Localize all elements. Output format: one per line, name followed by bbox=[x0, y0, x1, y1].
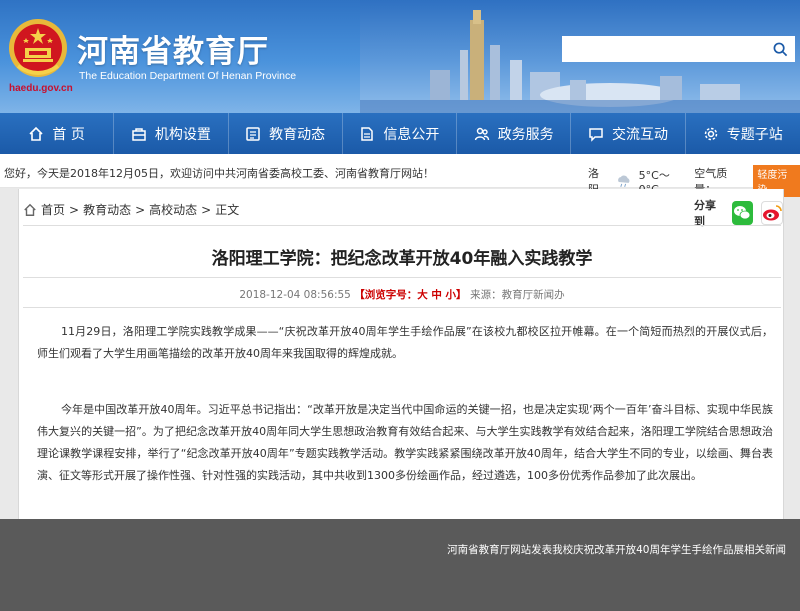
article-paragraph: 今年是中国改革开放40周年。习近平总书记指出：“改革开放是决定当代中国命运的关键… bbox=[37, 403, 773, 482]
article-paragraph: 11月29日，洛阳理工学院实践教学成果——“庆祝改革开放40周年学生手绘作品展”… bbox=[37, 325, 773, 360]
weibo-share-button[interactable] bbox=[761, 201, 783, 225]
nav-item-subsites[interactable]: 专题子站 bbox=[686, 113, 800, 154]
font-size-small[interactable]: 小 bbox=[446, 289, 457, 301]
nav-item-label: 首 页 bbox=[52, 126, 85, 143]
breadcrumb-separator: > bbox=[69, 202, 80, 217]
search-icon bbox=[773, 42, 787, 56]
info-bar: 您好，今天是2018年12月05日，欢迎访问中共河南省委高校工委、河南省教育厅网… bbox=[0, 154, 800, 197]
article-title: 洛阳理工学院：把纪念改革开放40年融入实践教学 bbox=[211, 249, 593, 269]
breadcrumb-home[interactable]: 首页 bbox=[41, 201, 65, 218]
cloud-rain-icon bbox=[618, 175, 630, 187]
nav-item-news[interactable]: 教育动态 bbox=[229, 113, 343, 154]
article-source: 来源：教育厅新闻办 bbox=[470, 289, 565, 301]
wechat-share-button[interactable] bbox=[731, 201, 753, 225]
nav-item-disclosure[interactable]: 信息公开 bbox=[343, 113, 458, 154]
site-url[interactable]: haedu.gov.cn bbox=[9, 83, 73, 94]
wechat-icon bbox=[734, 206, 751, 220]
nav-item-home[interactable]: 首 页 bbox=[0, 113, 115, 154]
national-emblem-icon bbox=[9, 19, 67, 77]
welcome-message: 您好，今天是2018年12月05日，欢迎访问中共河南省委高校工委、河南省教育厅网… bbox=[4, 167, 434, 180]
people-icon bbox=[474, 127, 489, 140]
document-icon bbox=[361, 126, 374, 141]
divider bbox=[23, 225, 781, 226]
divider bbox=[23, 307, 781, 308]
chat-icon bbox=[589, 127, 603, 142]
breadcrumb-separator: > bbox=[135, 202, 146, 217]
site-header: haedu.gov.cn 河南省教育厅 The Education Depart… bbox=[0, 0, 800, 113]
gear-icon bbox=[704, 127, 717, 140]
nav-item-label: 专题子站 bbox=[726, 126, 783, 143]
article-date: 2018-12-04 08:56:55 bbox=[239, 289, 351, 301]
home-icon bbox=[24, 203, 36, 216]
news-icon bbox=[246, 126, 260, 141]
nav-item-interaction[interactable]: 交流互动 bbox=[571, 113, 686, 154]
search-button[interactable] bbox=[765, 36, 795, 62]
nav-item-organization[interactable]: 机构设置 bbox=[114, 113, 229, 154]
divider bbox=[23, 277, 781, 278]
font-size-end: 】 bbox=[456, 289, 467, 301]
weibo-icon bbox=[763, 205, 782, 221]
organization-icon bbox=[132, 127, 146, 141]
font-size-medium[interactable]: 中 bbox=[431, 289, 442, 301]
breadcrumb-separator: > bbox=[201, 202, 212, 217]
article-meta: 2018-12-04 08:56:55 【浏览字号：大 中 小】 来源：教育厅新… bbox=[19, 287, 783, 302]
caption-text: 河南省教育厅网站发表我校庆祝改革开放40周年学生手绘作品展相关新闻 bbox=[447, 544, 786, 556]
nav-item-services[interactable]: 政务服务 bbox=[457, 113, 572, 154]
site-subtitle: The Education Department Of Henan Provin… bbox=[79, 70, 297, 82]
nav-item-label: 机构设置 bbox=[154, 126, 211, 143]
nav-item-label: 交流互动 bbox=[611, 126, 668, 143]
font-size-label: 【浏览字号： bbox=[354, 289, 418, 301]
site-title[interactable]: 河南省教育厅 bbox=[77, 26, 269, 71]
article-panel: 首页 > 教育动态 > 高校动态 > 正文 分享到 洛阳理工学院：把纪念改革开放… bbox=[18, 189, 784, 519]
home-icon bbox=[29, 126, 43, 141]
breadcrumb: 首页 > 教育动态 > 高校动态 > 正文 bbox=[23, 201, 239, 218]
nav-item-label: 教育动态 bbox=[269, 126, 326, 143]
breadcrumb-current: 正文 bbox=[215, 203, 240, 217]
font-size-control: 【浏览字号：大 中 小】 bbox=[354, 289, 470, 301]
nav-item-label: 政务服务 bbox=[497, 126, 554, 143]
nav-item-label: 信息公开 bbox=[383, 126, 440, 143]
breadcrumb-campus[interactable]: 高校动态 bbox=[149, 201, 197, 218]
main-nav: 首 页 机构设置 教育动态 信息公开 政务服务 交流互动 专题子站 bbox=[0, 113, 800, 154]
font-size-large[interactable]: 大 bbox=[417, 289, 428, 301]
caption-bar: 河南省教育厅网站发表我校庆祝改革开放40周年学生手绘作品展相关新闻 bbox=[0, 519, 800, 611]
breadcrumb-news[interactable]: 教育动态 bbox=[83, 201, 131, 218]
search-input[interactable] bbox=[562, 36, 765, 62]
